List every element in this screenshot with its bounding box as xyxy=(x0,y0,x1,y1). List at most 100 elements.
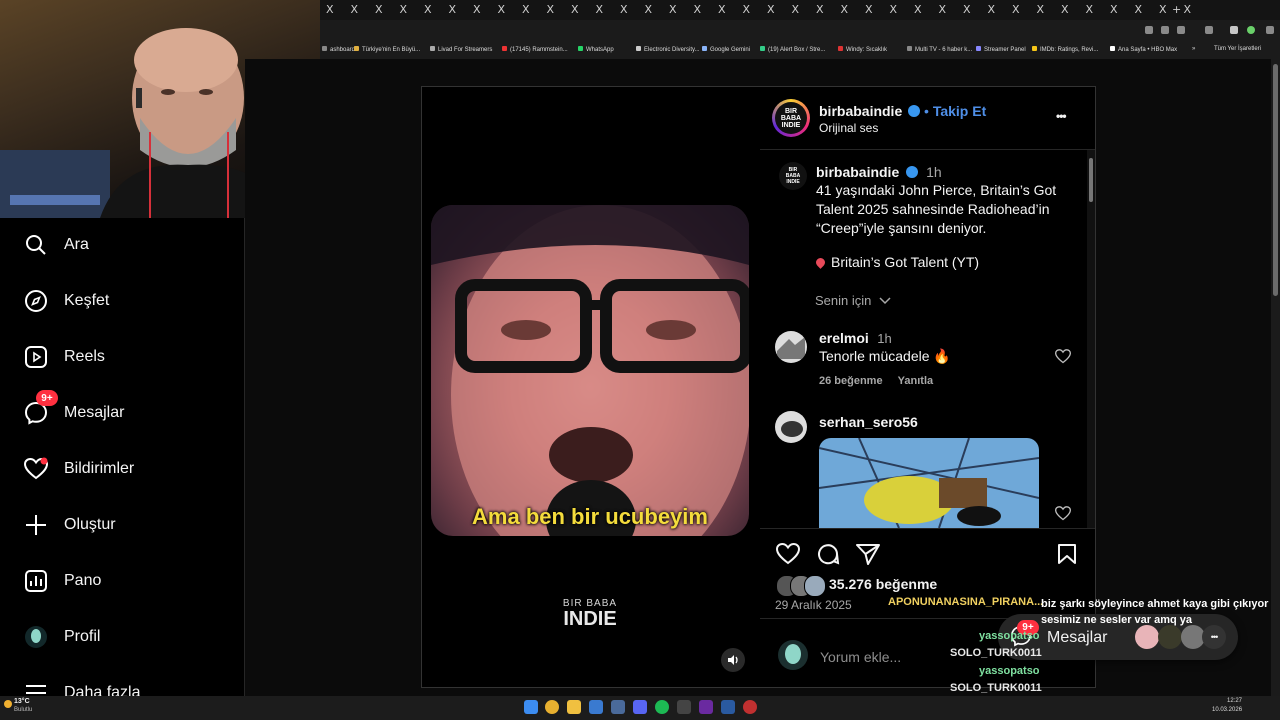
tab-close-icon[interactable]: X xyxy=(669,3,677,16)
obs-icon[interactable] xyxy=(743,700,757,714)
tab-close-icon[interactable]: X xyxy=(1159,3,1167,16)
message-contact-avatar[interactable] xyxy=(1158,625,1182,649)
tab-close-icon[interactable]: X xyxy=(400,3,408,16)
caption-author-avatar[interactable]: BIR BABA INDIE xyxy=(779,162,807,190)
bookmark-item[interactable]: Multi TV - 6 haber k... xyxy=(907,46,972,53)
bookmarks-overflow-button[interactable]: » xyxy=(1192,46,1195,52)
discord-icon[interactable] xyxy=(633,700,647,714)
bookmark-star-icon[interactable] xyxy=(1177,26,1185,34)
bookmark-item[interactable]: Google Gemini xyxy=(702,46,750,53)
comment-input[interactable]: Yorum ekle... xyxy=(820,649,901,665)
tab-close-icon[interactable]: X xyxy=(424,3,432,16)
bookmark-item[interactable]: Windy: Sıcaklık xyxy=(838,46,887,53)
audio-label[interactable]: Orijinal ses xyxy=(819,121,878,135)
tab-close-icon[interactable]: X xyxy=(743,3,751,16)
app-icon[interactable] xyxy=(699,700,713,714)
comment-avatar[interactable] xyxy=(775,331,807,363)
file-explorer-icon[interactable] xyxy=(567,700,581,714)
weather-temp[interactable]: 13°C xyxy=(14,698,30,705)
sidebar-item-plus[interactable]: Oluştur xyxy=(24,511,116,539)
sidebar-item-heart[interactable]: Bildirimler xyxy=(23,455,134,483)
post-author-username[interactable]: birbabaindie xyxy=(819,103,902,119)
like-heart-icon[interactable] xyxy=(776,543,800,565)
profile-icon[interactable] xyxy=(1247,26,1255,34)
zoom-icon[interactable] xyxy=(1161,26,1169,34)
app-icon[interactable] xyxy=(677,700,691,714)
tab-close-icon[interactable]: X xyxy=(718,3,726,16)
sidebar-item-search[interactable]: Ara xyxy=(24,231,89,259)
more-options-icon[interactable]: ••• xyxy=(1056,109,1067,123)
sidebar-item-dashboard[interactable]: Pano xyxy=(24,567,101,595)
volume-icon[interactable] xyxy=(721,648,745,672)
more-contacts-icon[interactable]: ••• xyxy=(1202,625,1226,649)
screenshot-icon[interactable] xyxy=(1145,26,1153,34)
likes-count[interactable]: 35.276 beğenme xyxy=(829,576,937,592)
tab-close-icon[interactable]: X xyxy=(473,3,481,16)
spotify-icon[interactable] xyxy=(655,700,669,714)
reel-video-frame[interactable] xyxy=(431,205,749,536)
tab-close-icon[interactable]: X xyxy=(988,3,996,16)
browser-menu-icon[interactable] xyxy=(1266,26,1274,34)
tab-close-icon[interactable]: X xyxy=(1110,3,1118,16)
extension-icon[interactable] xyxy=(1205,26,1213,34)
tab-close-icon[interactable]: X xyxy=(351,3,359,16)
bookmark-item[interactable]: ashboard xyxy=(322,46,355,53)
tab-close-icon[interactable]: X xyxy=(449,3,457,16)
clock-time[interactable]: 12:27 xyxy=(1227,698,1242,704)
tab-close-icon[interactable]: X xyxy=(767,3,775,16)
reply-button[interactable]: Yanıtla xyxy=(898,375,933,387)
app-icon[interactable] xyxy=(589,700,603,714)
new-tab-button[interactable]: + xyxy=(1172,3,1181,16)
comment-like-heart-icon[interactable] xyxy=(1055,349,1071,364)
tab-close-icon[interactable]: X xyxy=(620,3,628,16)
bookmark-item[interactable]: Livad For Streamers xyxy=(430,46,492,53)
app-icon[interactable] xyxy=(721,700,735,714)
chrome-icon[interactable] xyxy=(545,700,559,714)
other-bookmarks-folder[interactable]: Tüm Yer İşaretleri xyxy=(1214,46,1261,52)
tab-close-icon[interactable]: X xyxy=(522,3,530,16)
bookmark-item[interactable]: Ana Sayfa • HBO Max xyxy=(1110,46,1177,53)
tab-close-icon[interactable]: X xyxy=(1012,3,1020,16)
comment-sort-dropdown[interactable]: Senin için xyxy=(815,293,891,308)
comment-username[interactable]: erelmoi xyxy=(819,330,869,346)
tab-close-icon[interactable]: X xyxy=(914,3,922,16)
steam-icon[interactable] xyxy=(611,700,625,714)
comment-gif-image[interactable] xyxy=(819,438,1039,528)
tab-close-icon[interactable]: X xyxy=(375,3,383,16)
tab-close-icon[interactable]: X xyxy=(963,3,971,16)
tab-close-icon[interactable]: X xyxy=(841,3,849,16)
tab-close-icon[interactable]: X xyxy=(596,3,604,16)
bookmark-item[interactable]: Türkiye'nin En Büyü... xyxy=(354,46,420,53)
tab-close-icon[interactable]: X xyxy=(498,3,506,16)
tab-close-icon[interactable]: X xyxy=(1086,3,1094,16)
comment-bubble-icon[interactable] xyxy=(816,542,840,566)
save-bookmark-icon[interactable] xyxy=(1057,543,1077,565)
page-scrollbar-thumb[interactable] xyxy=(1273,64,1278,296)
start-icon[interactable] xyxy=(524,700,538,714)
sidebar-item-compass[interactable]: Keşfet xyxy=(24,287,109,315)
message-contact-avatar[interactable] xyxy=(1135,625,1159,649)
tab-close-icon[interactable]: X xyxy=(890,3,898,16)
bookmark-item[interactable]: Streamer Panel xyxy=(976,46,1026,53)
tab-close-icon[interactable]: X xyxy=(645,3,653,16)
comment-like-heart-icon[interactable] xyxy=(1055,506,1071,521)
bookmark-item[interactable]: (17145) Rammstein... xyxy=(502,46,568,53)
tab-close-icon[interactable]: X xyxy=(1037,3,1045,16)
bookmark-item[interactable]: WhatsApp xyxy=(578,46,614,53)
download-icon[interactable] xyxy=(1230,26,1238,34)
tab-close-icon[interactable]: X xyxy=(792,3,800,16)
bookmark-item[interactable]: Electronic Diversity... xyxy=(636,46,700,53)
bookmark-item[interactable]: IMDb: Ratings, Revi... xyxy=(1032,46,1098,53)
tab-close-icon[interactable]: X xyxy=(1184,3,1192,16)
sidebar-item-reels[interactable]: Reels xyxy=(24,343,105,371)
tab-close-icon[interactable]: X xyxy=(1135,3,1143,16)
caption-username[interactable]: birbabaindie xyxy=(816,164,899,180)
comment-likes[interactable]: 26 beğenme xyxy=(819,375,883,387)
comment-username[interactable]: serhan_sero56 xyxy=(819,414,918,430)
tab-close-icon[interactable]: X xyxy=(1061,3,1069,16)
tab-close-icon[interactable]: X xyxy=(816,3,824,16)
tab-close-icon[interactable]: X xyxy=(571,3,579,16)
tab-close-icon[interactable]: X xyxy=(694,3,702,16)
tab-close-icon[interactable]: X xyxy=(326,3,334,16)
comment-avatar[interactable] xyxy=(775,411,807,443)
